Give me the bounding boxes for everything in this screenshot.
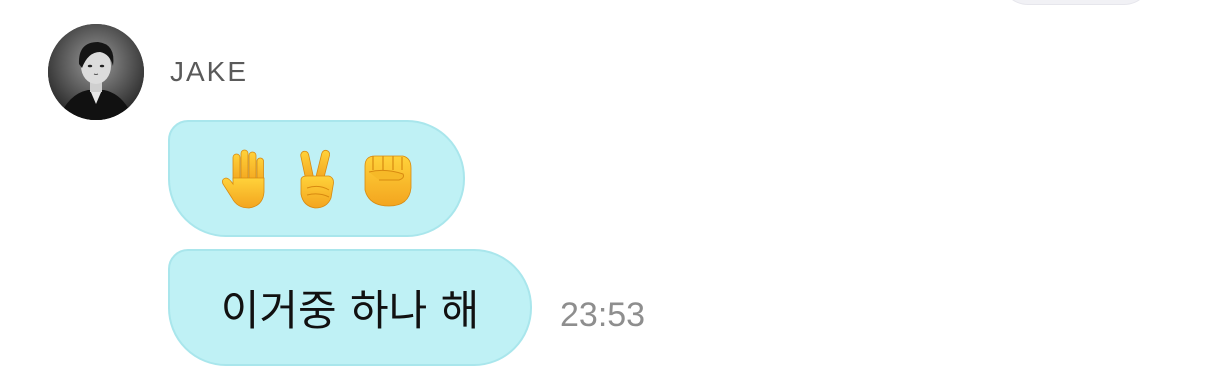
raised-hand-icon [221,149,264,208]
message-timestamp: 23:53 [560,296,646,334]
raised-fist-icon [364,155,411,206]
message-text: 이거중 하나 해 [220,286,480,335]
previous-message-bubble [1000,0,1152,5]
sender-name: JAKE [170,56,249,87]
avatar-photo [48,24,144,120]
text-message-bubble[interactable]: 이거중 하나 해 [168,249,532,366]
avatar[interactable] [48,24,144,120]
chat-view: JAKE 이거중 하나 해 23:53 [0,0,1206,388]
emoji-message-bubble[interactable] [168,120,465,237]
victory-hand-icon [299,149,334,208]
